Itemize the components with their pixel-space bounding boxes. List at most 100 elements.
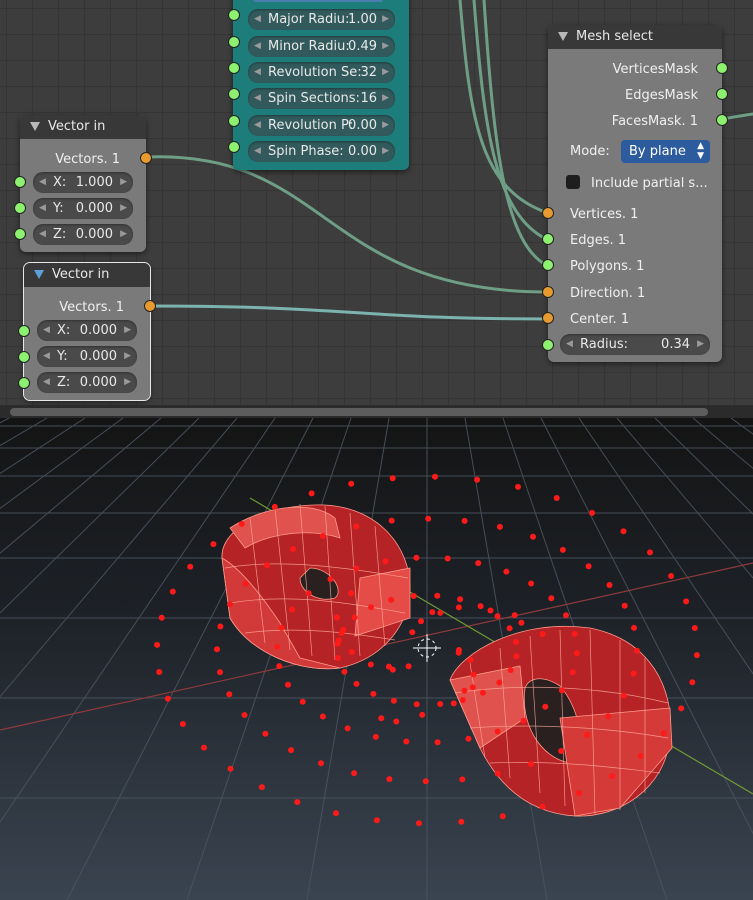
vertex-dot: [285, 681, 291, 688]
vertex-dot: [333, 810, 339, 817]
input-socket-vertices[interactable]: [542, 207, 554, 219]
decrement-arrow-icon[interactable]: ◀: [566, 334, 573, 355]
decrement-arrow-icon[interactable]: ◀: [39, 198, 46, 219]
output-socket-faces-mask[interactable]: [716, 114, 728, 126]
z-field[interactable]: ◀ Z: 0.000 ▶: [37, 372, 137, 393]
decrement-arrow-icon[interactable]: ◀: [254, 115, 261, 136]
vertex-dot: [348, 480, 355, 487]
y-field[interactable]: ◀ Y: 0.000 ▶: [37, 346, 137, 367]
increment-arrow-icon[interactable]: ▶: [382, 62, 389, 83]
collapse-triangle-icon[interactable]: [558, 32, 568, 41]
socket-y[interactable]: [14, 202, 26, 214]
dropdown-arrows-icon: ▲ ▼: [697, 141, 704, 161]
vertex-dot: [539, 631, 546, 638]
decrement-arrow-icon[interactable]: ◀: [43, 346, 50, 367]
socket-spin-phase[interactable]: [228, 141, 240, 153]
input-socket-center[interactable]: [542, 312, 554, 324]
decrement-arrow-icon[interactable]: ◀: [254, 141, 261, 162]
decrement-arrow-icon[interactable]: ◀: [43, 372, 50, 393]
radius-field[interactable]: ◀ Radius: 0.34 ▶: [560, 334, 710, 355]
decrement-arrow-icon[interactable]: ◀: [254, 62, 261, 83]
input-row-edges: Edges. 1: [542, 228, 722, 254]
output-row: Vectors. 1: [20, 147, 152, 173]
input-label: Polygons. 1: [570, 259, 645, 274]
x-field[interactable]: ◀ X: 0.000 ▶: [37, 320, 137, 341]
vertex-dot: [385, 663, 392, 670]
vector-in-node-2[interactable]: Vector in Vectors. 1 ◀ X: 0.000 ▶ ◀ Y: 0…: [18, 262, 156, 401]
increment-arrow-icon[interactable]: ▶: [124, 372, 131, 393]
scrollbar-thumb[interactable]: [10, 408, 708, 416]
collapse-triangle-icon[interactable]: [30, 122, 40, 131]
collapse-triangle-icon[interactable]: [34, 270, 44, 279]
decrement-arrow-icon[interactable]: ◀: [39, 224, 46, 245]
increment-arrow-icon[interactable]: ▶: [382, 36, 389, 57]
socket-z[interactable]: [18, 377, 30, 389]
vector-in-node-1[interactable]: Vector in Vectors. 1 ◀ X: 1.000 ▶ ◀ Y: 0…: [14, 115, 152, 252]
output-socket-vectors[interactable]: [144, 300, 156, 312]
socket-spin-sections[interactable]: [228, 88, 240, 100]
z-field[interactable]: ◀ Z: 0.000 ▶: [33, 224, 133, 245]
vertex-dot: [459, 776, 466, 783]
increment-arrow-icon[interactable]: ▶: [382, 88, 389, 109]
increment-arrow-icon[interactable]: ▶: [120, 224, 127, 245]
vertex-dot: [459, 697, 466, 704]
input-row-direction: Direction. 1: [542, 281, 722, 307]
mesh-select-node[interactable]: Mesh select VerticesMask EdgesMask Faces…: [542, 25, 728, 362]
node-editor[interactable]: ◀ Major Radiu: 1.00 ▶ ◀ Minor Radiu: 0.4…: [0, 0, 753, 405]
node-header[interactable]: Vector in: [20, 115, 146, 139]
socket-z[interactable]: [14, 228, 26, 240]
input-socket-edges[interactable]: [542, 233, 554, 245]
socket-major-radius[interactable]: [228, 9, 240, 21]
decrement-arrow-icon[interactable]: ◀: [254, 9, 261, 30]
socket-radius[interactable]: [542, 339, 554, 351]
node-header[interactable]: Mesh select: [548, 25, 722, 49]
3d-viewport[interactable]: [0, 418, 753, 900]
torus-node[interactable]: ◀ Major Radiu: 1.00 ▶ ◀ Minor Radiu: 0.4…: [228, 0, 409, 170]
vertex-dot: [573, 650, 580, 657]
vertex-dot: [437, 609, 444, 616]
vertex-dot: [455, 649, 462, 656]
input-socket-polygons[interactable]: [542, 259, 554, 271]
increment-arrow-icon[interactable]: ▶: [120, 172, 127, 193]
y-field[interactable]: ◀ Y: 0.000 ▶: [33, 198, 133, 219]
vertex-dot: [214, 646, 220, 653]
decrement-arrow-icon[interactable]: ◀: [39, 172, 46, 193]
socket-minor-radius[interactable]: [228, 36, 240, 48]
socket-revolution-sections[interactable]: [228, 62, 240, 74]
socket-y[interactable]: [18, 351, 30, 363]
output-socket-vertices-mask[interactable]: [716, 62, 728, 74]
node-editor-scrollbar[interactable]: [0, 405, 753, 418]
socket-x[interactable]: [18, 325, 30, 337]
x-field[interactable]: ◀ X: 1.000 ▶: [33, 172, 133, 193]
vertex-dot: [518, 619, 525, 626]
increment-arrow-icon[interactable]: ▶: [120, 198, 127, 219]
decrement-arrow-icon[interactable]: ◀: [43, 320, 50, 341]
increment-arrow-icon[interactable]: ▶: [124, 320, 131, 341]
vertex-dot: [164, 695, 171, 702]
vertex-dot: [630, 670, 637, 677]
increment-arrow-icon[interactable]: ▶: [382, 115, 389, 136]
output-socket-edges-mask[interactable]: [716, 88, 728, 100]
output-socket-vectors[interactable]: [140, 152, 152, 164]
vertex-dot: [373, 817, 380, 824]
decrement-arrow-icon[interactable]: ◀: [254, 36, 261, 57]
increment-arrow-icon[interactable]: ▶: [382, 141, 389, 162]
vertex-dot: [388, 517, 395, 524]
increment-arrow-icon[interactable]: ▶: [697, 334, 704, 355]
vertex-dot: [226, 691, 233, 698]
socket-x[interactable]: [14, 176, 26, 188]
field-label: Y:: [53, 201, 64, 216]
increment-arrow-icon[interactable]: ▶: [382, 9, 389, 30]
mode-dropdown[interactable]: By plane ▲ ▼: [621, 140, 710, 163]
vertex-dot: [585, 563, 592, 570]
socket-revolution-phase[interactable]: [228, 115, 240, 127]
input-socket-direction[interactable]: [542, 286, 554, 298]
vertex-dot: [434, 592, 441, 599]
vertex-dot: [390, 697, 397, 704]
vertex-dot: [569, 669, 576, 676]
increment-arrow-icon[interactable]: ▶: [124, 346, 131, 367]
viewport-scene: [0, 418, 753, 900]
decrement-arrow-icon[interactable]: ◀: [254, 88, 261, 109]
node-header[interactable]: Vector in: [24, 263, 150, 287]
vertex-dot: [372, 733, 379, 740]
